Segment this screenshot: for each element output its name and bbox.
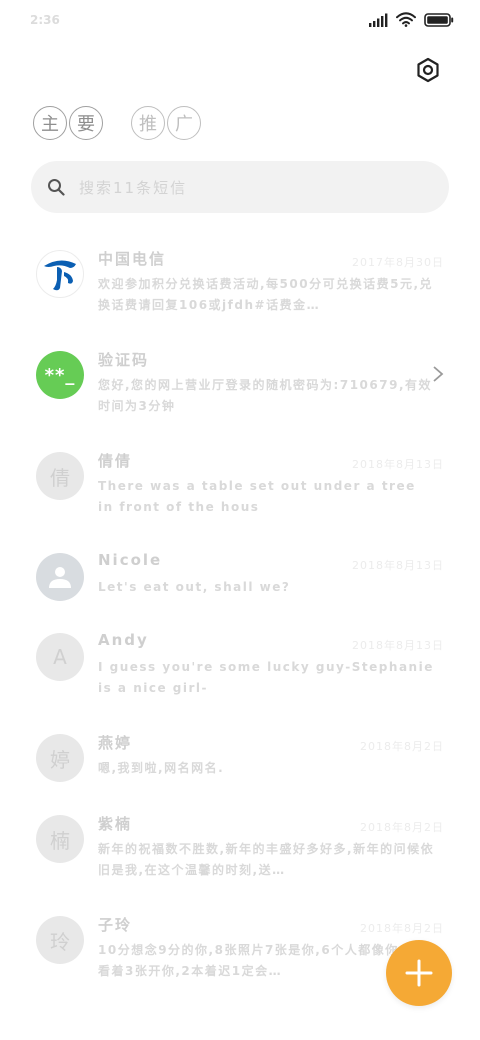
conversation-row[interactable]: 楠 紫楠 2018年8月2日 新年的祝福数不胜数,新年的丰盛好多好多,新年的问候… (0, 805, 480, 885)
chevron-right-icon[interactable] (432, 365, 444, 383)
avatar-text: 玲 (50, 929, 70, 954)
conversation-row[interactable]: 婷 燕婷 2018年8月2日 嗯,我到啦,网名网名. (0, 724, 480, 804)
tab-promotions-char-2: 广 (167, 106, 201, 140)
contact-name: 燕婷 (98, 734, 133, 752)
tab-primary-char-2: 要 (69, 106, 103, 140)
message-snippet: 新年的祝福数不胜数,新年的丰盛好多好多,新年的问候依旧是我,在这个温馨的时刻,送… (98, 842, 435, 877)
avatar: 倩 (36, 452, 84, 500)
telecom-logo-icon (44, 260, 76, 291)
new-message-button[interactable] (386, 940, 452, 1006)
avatar-text: 倩 (50, 465, 70, 490)
contact-name: 紫楠 (98, 815, 133, 833)
message-date: 2018年8月2日 (360, 740, 444, 753)
message-snippet: 欢迎参加积分兑换话费活动,每500分可兑换话费5元,兑换话费请回复106或jfd… (98, 277, 434, 312)
avatar: 楠 (36, 815, 84, 863)
conversation-row[interactable]: 倩 倩倩 2018年8月13日 There was a table set ou… (0, 442, 480, 522)
contact-name: Andy (98, 631, 149, 649)
contact-name: 中国电信 (98, 250, 167, 268)
message-snippet: There was a table set out under a tree i… (98, 479, 416, 514)
contact-name: Nicole (98, 551, 163, 569)
person-icon (49, 567, 71, 588)
tab-promotions-char-1: 推 (131, 106, 165, 140)
message-date: 2018年8月13日 (352, 559, 444, 572)
tab-primary-char-1: 主 (33, 106, 67, 140)
message-date: 2017年8月30日 (352, 256, 444, 269)
avatar: 婷 (36, 734, 84, 782)
status-time: 2:36 (30, 13, 60, 27)
status-icons (368, 12, 454, 27)
avatar: A (36, 633, 84, 681)
conversation-row[interactable]: Nicole 2018年8月13日 Let's eat out, shall w… (0, 543, 480, 623)
message-date: 2018年8月2日 (360, 922, 444, 935)
conversation-row[interactable]: 中国电信 2017年8月30日 欢迎参加积分兑换话费活动,每500分可兑换话费5… (0, 240, 480, 320)
conversation-row[interactable]: A Andy 2018年8月13日 I guess you're some lu… (0, 623, 480, 703)
contact-name: 子玲 (98, 916, 133, 934)
settings-icon (417, 57, 439, 83)
wifi-icon (396, 12, 416, 27)
settings-button[interactable] (414, 56, 442, 84)
tab-primary[interactable]: 主 要 (33, 106, 103, 140)
signal-icon (369, 13, 388, 27)
message-snippet: 您好,您的网上营业厅登录的随机密码为:710679,有效时间为3分钟 (98, 378, 433, 413)
search-bar[interactable]: 搜索11条短信 (31, 161, 449, 213)
search-input[interactable]: 搜索11条短信 (79, 177, 187, 198)
avatar (36, 553, 84, 601)
message-snippet: I guess you're some lucky guy-Stephanie … (98, 660, 434, 695)
message-date: 2018年8月13日 (352, 639, 444, 652)
message-date: 2018年8月2日 (360, 821, 444, 834)
tab-promotions[interactable]: 推 广 (131, 106, 201, 140)
avatar-text: **_ (44, 364, 76, 386)
contact-name: 验证码 (98, 351, 150, 369)
avatar: 玲 (36, 916, 84, 964)
message-snippet: Let's eat out, shall we? (98, 580, 291, 594)
avatar (36, 250, 84, 298)
avatar-text: 婷 (50, 747, 70, 772)
battery-icon (424, 12, 454, 27)
conversation-row[interactable]: **_ 验证码 您好,您的网上营业厅登录的随机密码为:710679,有效时间为3… (0, 341, 480, 421)
message-date: 2018年8月13日 (352, 458, 444, 471)
contact-name: 倩倩 (98, 452, 133, 470)
status-bar: 2:36 (0, 0, 480, 40)
category-tabs: 主 要 推 广 (33, 106, 201, 140)
search-icon (47, 178, 65, 196)
message-snippet: 嗯,我到啦,网名网名. (98, 761, 225, 775)
avatar-text: A (53, 645, 67, 669)
avatar: **_ (36, 351, 84, 399)
plus-icon (405, 959, 433, 987)
avatar-text: 楠 (50, 828, 70, 853)
